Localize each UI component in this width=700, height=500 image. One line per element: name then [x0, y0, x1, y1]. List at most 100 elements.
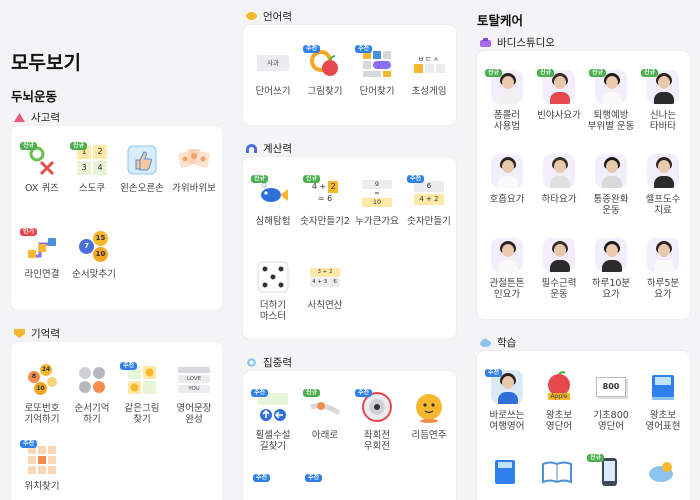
equation-part: 4 + 2 — [414, 194, 444, 205]
tile-basic-vocab[interactable]: Apple 왕초보 영단어 — [533, 371, 585, 432]
tile-studio-program[interactable]: 필수근력 운동 — [533, 238, 585, 300]
tile-label: 단어찾기 — [359, 86, 395, 97]
equation-part: 4 + 3 — [310, 277, 330, 287]
tile-studio-program[interactable]: 신규빈야사요가 — [533, 69, 585, 121]
tile-label: 라인연결 — [24, 269, 60, 280]
equation-part: 10 — [362, 197, 392, 207]
tile-label: 숫자만들기2 — [300, 216, 350, 227]
tile-picture-find[interactable]: 추천 그림찾기 — [299, 45, 351, 97]
tile-label: 신나는 타바타 — [649, 110, 677, 132]
new-badge: 신규 — [641, 69, 659, 77]
thinking-header: 사고력 — [14, 110, 60, 125]
sudoku-digit: 4 — [93, 161, 107, 175]
hex-number: 15 — [93, 231, 108, 246]
tile-basic-800[interactable]: 800 기초800 영단어 — [585, 371, 637, 432]
book-partial-icon[interactable] — [489, 456, 521, 492]
tile-same-picture[interactable]: 추천 같은그림 찾기 — [117, 362, 167, 425]
tile-rock-paper-scissors[interactable]: 가위바위보 — [167, 144, 221, 194]
tile-label: 좌회전 우회전 — [363, 430, 391, 452]
tile-studio-program[interactable]: 신규신나는 타바타 — [637, 69, 689, 132]
instructor-photo-icon — [595, 238, 627, 272]
tile-label: 필수근력 운동 — [541, 278, 577, 300]
tile-english-sentence[interactable]: LOVE YOU 영어문장 완성 — [167, 364, 221, 425]
hand-cards-icon — [178, 144, 210, 176]
tile-word-writing[interactable]: 사과 단어쓰기 — [247, 47, 299, 97]
tile-number-make-2[interactable]: 신규 4 +2 = 6 숫자만들기2 — [299, 175, 351, 227]
tile-initial-game[interactable]: ㅂㄷㅅ 초성게임 — [403, 47, 455, 98]
phone-partial-icon[interactable]: 신규 — [587, 454, 625, 492]
dice-icon — [257, 261, 289, 293]
tile-basic-expression[interactable]: 왕초보 영어표현 — [637, 371, 689, 432]
tile-number-make[interactable]: 추천 6 4 + 2 숫자만들기 — [403, 175, 455, 227]
tile-studio-program[interactable]: 하루5분 요가 — [637, 238, 689, 300]
grid-icon: 추천 — [20, 440, 58, 474]
tile-label: 퇴행예방 부위별 운동 — [587, 110, 635, 132]
tile-label: 빈야사요가 — [537, 110, 581, 121]
tile-line-connect[interactable]: 인기 라인연결 — [17, 228, 67, 280]
tile-lotto-memory[interactable]: 24 8 10 로또번호 기억하기 — [17, 364, 67, 425]
instructor-photo-icon — [491, 238, 523, 272]
instructor-photo-icon — [543, 238, 575, 272]
learning-title: 학습 — [497, 337, 517, 349]
tile-studio-program[interactable]: 하타요가 — [533, 154, 585, 205]
tile-studio-program[interactable]: 호흡요가 — [481, 154, 533, 205]
tile-studio-program[interactable]: 신규 퇴행예방 부위별 운동 — [585, 69, 637, 132]
word-tiles-icon: 추천 — [355, 45, 393, 79]
tile-wheel-path[interactable]: 추천 휠셀수설 길찾기 — [247, 389, 299, 452]
tile-who-bigger[interactable]: 9 = 10 누가큰가요 — [351, 177, 403, 227]
tile-four-operations[interactable]: 3 + 2 4 + 36 사칙연산 — [299, 261, 351, 311]
thinking-title: 사고력 — [31, 112, 60, 124]
open-book-partial-icon[interactable] — [541, 456, 573, 492]
word-blocks-icon: LOVE YOU — [178, 364, 210, 396]
tile-deep-sea[interactable]: 신규 심해탐험 — [247, 175, 299, 227]
new-badge: 신규 — [587, 454, 605, 462]
weather-partial-icon[interactable] — [645, 456, 677, 492]
tile-travel-english[interactable]: 추천 바로쓰는 여행영어 — [481, 369, 533, 432]
tile-label: 사칙연산 — [307, 300, 343, 311]
tile-left-right-hand[interactable]: 왼손오른손 — [117, 144, 167, 194]
tile-studio-program[interactable]: 관절튼튼 인요가 — [481, 238, 533, 300]
tile-ox-quiz[interactable]: 신규 OX 퀴즈 — [17, 142, 67, 194]
tile-order-memory[interactable]: 순서기억 하기 — [67, 364, 117, 425]
triangle-icon — [14, 113, 25, 122]
focus-card: 추천 휠셀수설 길찾기 신규 아래로 추천 좌회전 우회전 리듬연주 추천 추천 — [243, 371, 456, 500]
apple-card-icon: Apple — [543, 371, 575, 403]
language-card: 사과 단어쓰기 추천 그림찾기 추천 단어찾기 ㅂㄷㅅ 초성게임 — [243, 25, 456, 125]
target-icon — [247, 358, 256, 367]
arch-icon — [246, 144, 257, 153]
partial-rec-badge: 추천 — [305, 474, 323, 482]
tile-studio-program[interactable]: 셀프도수 치료 — [637, 154, 689, 216]
tile-rhythm-play[interactable]: 리듬연주 — [403, 391, 455, 441]
word-block: YOU — [178, 385, 210, 393]
tile-studio-program[interactable]: 통증완화 운동 — [585, 154, 637, 216]
new-badge: 신규 — [537, 69, 555, 77]
total-section-title: 토탈케어 — [477, 13, 524, 28]
tile-find-position[interactable]: 추천 위치찾기 — [17, 440, 67, 492]
equation-part: = 6 — [317, 194, 333, 203]
tile-order-matching[interactable]: 15 7 10 순서맞추기 — [67, 230, 121, 280]
flashcard-icon: 800 — [595, 371, 627, 403]
thumbs-up-icon — [126, 144, 158, 176]
tile-word-find[interactable]: 추천 단어찾기 — [351, 45, 403, 97]
equation-part: 4 + — [311, 182, 327, 191]
apple-icon: 추천 — [303, 45, 341, 79]
tile-studio-program[interactable]: 하루10분 요가 — [585, 238, 637, 300]
tile-studio-program[interactable]: 신규 폼롤러 사용법 — [481, 69, 533, 132]
instructor-photo-icon — [543, 154, 575, 188]
tile-label: 통증완화 운동 — [593, 194, 629, 216]
direction-arrows-icon: 추천 — [251, 389, 289, 423]
rec-badge: 추천 — [303, 45, 321, 53]
ramp-icon: 신규 — [303, 389, 341, 423]
focus-header: 집중력 — [246, 355, 292, 370]
teacher-photo-icon: 추천 — [485, 369, 523, 404]
memory-title: 기억력 — [31, 328, 60, 340]
tile-sudoku[interactable]: 신규 1 2 3 4 스도쿠 — [67, 142, 117, 194]
tile-downward[interactable]: 신규 아래로 — [299, 389, 351, 441]
new-badge: 신규 — [251, 175, 269, 183]
instructor-photo-icon — [647, 238, 679, 272]
rec-badge: 추천 — [355, 389, 373, 397]
tile-left-right-turn[interactable]: 추천 좌회전 우회전 — [351, 389, 403, 452]
tile-addition-master[interactable]: 더하기 마스터 — [247, 261, 299, 322]
focus-title: 집중력 — [263, 357, 292, 369]
rec-badge: 추천 — [120, 362, 138, 370]
